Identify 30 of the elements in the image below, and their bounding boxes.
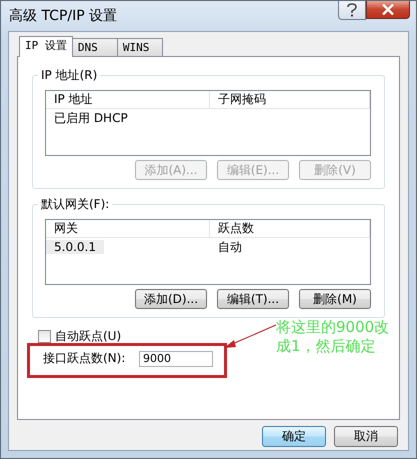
list-button[interactable]: 编辑(T)... [217,289,289,309]
annotation-text: 将这里的9000改 [276,318,390,337]
list-button[interactable]: 添加(D)... [135,289,207,309]
list-view[interactable]: IP 地址 子网掩码 已启用 DHCP [45,90,371,156]
list-button[interactable]: 删除(M) [299,289,371,309]
input-field[interactable]: 9000 [139,350,213,366]
arrow [224,324,276,348]
group-label: 默认网关(F): [38,197,112,211]
group-label: IP 地址(R) [38,68,100,82]
tab[interactable]: WINS [116,38,163,56]
column-header[interactable]: 网关 [46,220,210,237]
tab[interactable]: IP 设置 [19,36,73,57]
tab[interactable]: DNS [72,38,118,56]
ok-button[interactable]: 确定 [262,426,326,447]
help-button[interactable] [338,1,366,20]
column-header[interactable]: 跃点数 [210,220,370,237]
list-cell[interactable]: 5.0.0.1 [46,240,104,254]
column-header[interactable]: IP 地址 [46,91,210,108]
close-icon [382,4,394,15]
column-header[interactable]: 子网掩码 [210,91,370,108]
checkbox-label[interactable]: 自动跃点(U) [55,328,122,344]
field-label: 接口跃点数(N): [43,350,126,367]
checkbox[interactable] [38,330,51,342]
annotation-text: 成1，然后确定 [276,337,377,356]
list-cell[interactable]: 已启用 DHCP [46,110,136,126]
list-cell[interactable]: 自动 [210,238,250,256]
close-button[interactable] [366,1,410,19]
cancel-button[interactable]: 取消 [334,426,398,447]
list-view[interactable]: 网关 跃点数 5.0.0.1 自动 [45,219,371,285]
window-title: 高级 TCP/IP 设置 [9,7,118,26]
